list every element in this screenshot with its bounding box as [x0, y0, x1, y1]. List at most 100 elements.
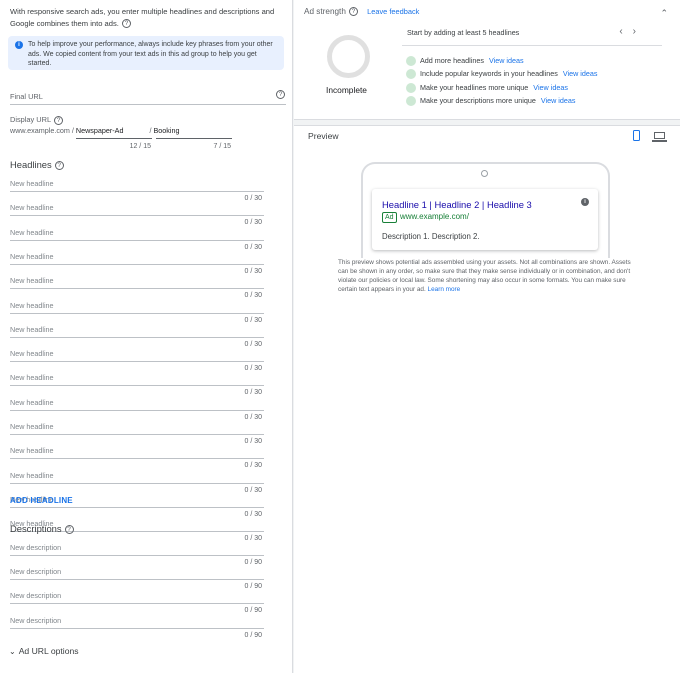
display-url-base: www.example.com — [10, 126, 70, 135]
learn-more-link[interactable]: Learn more — [428, 286, 461, 293]
headline-input[interactable]: New headline — [10, 203, 54, 212]
add-headline-button[interactable]: ADD HEADLINE — [10, 496, 73, 505]
headline-input[interactable]: New headline — [10, 398, 54, 407]
question-circle-icon[interactable]: ? — [121, 19, 131, 28]
tip-text: Add more headlines — [420, 56, 484, 65]
headline-input[interactable]: New headline — [10, 252, 54, 261]
ad-strength-status: Incomplete — [326, 85, 367, 95]
final-url-field[interactable]: Final URL — [10, 92, 43, 101]
description-input[interactable]: New description — [10, 567, 61, 576]
ad-strength-tip: Make your headlines more unique View idea… — [406, 83, 568, 94]
headline-char-count: 0 / 30 — [244, 462, 262, 470]
headline-underline — [10, 336, 264, 338]
chevron-left-icon[interactable]: ‹ — [619, 26, 632, 37]
headline-input[interactable]: New headline — [10, 422, 54, 431]
ad-strength-card: Ad strength? Leave feedback ⌃ Incomplete… — [294, 0, 680, 120]
view-ideas-link[interactable]: View ideas — [533, 83, 568, 92]
path2-char-count: 7 / 15 — [213, 143, 231, 150]
description-input[interactable]: New description — [10, 543, 61, 552]
headline-underline — [10, 191, 264, 192]
tip-text: Make your descriptions more unique — [420, 96, 536, 105]
info-icon[interactable]: i — [581, 198, 589, 206]
headline-underline — [10, 482, 264, 484]
headline-underline — [10, 506, 264, 508]
desktop-icon-base — [652, 140, 667, 142]
headline-char-count: 0 / 30 — [244, 267, 262, 275]
question-circle-icon[interactable]: ? — [54, 115, 64, 125]
ad-strength-tip: Include popular keywords in your headlin… — [406, 69, 598, 80]
headline-input[interactable]: New headline — [10, 446, 54, 455]
headline-underline — [10, 288, 264, 290]
path2-underline — [156, 138, 232, 139]
ad-preview-card: Headline 1 | Headline 2 | Headline 3 i A… — [372, 189, 598, 250]
tip-status-icon — [406, 96, 416, 107]
ad-url-options-toggle[interactable]: ⌄ Ad URL options — [9, 646, 79, 656]
mobile-icon[interactable] — [633, 130, 640, 141]
headline-input[interactable]: New headline — [10, 301, 54, 310]
view-ideas-link[interactable]: View ideas — [563, 69, 598, 78]
ad-editor-panel: With responsive search ads, you enter mu… — [0, 0, 293, 673]
headline-input[interactable]: New headline — [10, 325, 54, 334]
preview-title: Preview — [308, 131, 339, 141]
ad-badge: Ad — [382, 212, 397, 223]
view-ideas-link[interactable]: View ideas — [489, 56, 524, 65]
side-panel: Ad strength? Leave feedback ⌃ Incomplete… — [294, 0, 680, 673]
headline-input[interactable]: New headline — [10, 179, 54, 188]
headline-char-count: 0 / 30 — [244, 243, 262, 251]
headline-underline — [10, 385, 264, 387]
ad-strength-tip: Add more headlines View ideas — [406, 56, 524, 67]
tip-pager: ‹› — [619, 26, 646, 37]
ad-preview-headline[interactable]: Headline 1 | Headline 2 | Headline 3 — [382, 199, 532, 210]
display-url-label: Display URL? — [10, 115, 64, 125]
headline-input[interactable]: New headline — [10, 471, 54, 480]
info-banner: i To help improve your performance, alwa… — [8, 36, 284, 70]
headline-input[interactable]: New headline — [10, 276, 54, 285]
path1-underline — [76, 138, 152, 139]
headline-input[interactable]: New headline — [10, 373, 54, 382]
question-circle-icon[interactable]: ? — [348, 7, 358, 17]
info-banner-text: To help improve your performance, always… — [28, 41, 273, 67]
tip-text: Make your headlines more unique — [420, 83, 529, 92]
display-url-path1-input[interactable]: Newspaper-Ad — [76, 126, 124, 135]
description-char-count: 0 / 90 — [244, 583, 262, 591]
display-url-path2-input[interactable]: Booking — [153, 126, 179, 135]
question-circle-icon[interactable]: ? — [54, 161, 64, 171]
view-ideas-link[interactable]: View ideas — [541, 96, 576, 105]
headline-char-count: 0 / 30 — [244, 413, 262, 421]
leave-feedback-link[interactable]: Leave feedback — [367, 7, 419, 16]
headline-underline — [10, 409, 264, 411]
headline-char-count: 0 / 30 — [244, 438, 262, 445]
ad-preview-description: Description 1. Description 2. — [382, 232, 480, 241]
description-char-count: 0 / 90 — [244, 559, 262, 566]
headline-char-count: 0 / 30 — [244, 535, 262, 543]
headline-input[interactable]: New headline — [10, 228, 54, 237]
info-icon: i — [15, 41, 23, 49]
headline-underline — [10, 361, 264, 363]
final-url-underline — [10, 104, 286, 105]
headline-char-count: 0 / 30 — [244, 365, 262, 373]
description-input[interactable]: New description — [10, 591, 61, 600]
tip-status-icon — [406, 83, 416, 94]
description-input[interactable]: New description — [10, 616, 61, 625]
chevron-right-icon[interactable]: › — [633, 26, 646, 37]
description-char-count: 0 / 90 — [244, 631, 262, 639]
ad-strength-hint: Start by adding at least 5 headlines — [407, 28, 520, 37]
preview-card: Preview Headline 1 | Headline 2 | Headli… — [294, 125, 680, 673]
question-circle-icon[interactable]: ? — [276, 90, 285, 99]
ad-strength-tip: Make your descriptions more unique View i… — [406, 96, 576, 107]
tip-divider — [402, 45, 662, 46]
description-underline — [10, 579, 264, 581]
headline-underline — [10, 263, 264, 265]
headline-char-count: 0 / 30 — [244, 219, 262, 227]
description-char-count: 0 / 90 — [244, 607, 262, 615]
tip-status-icon — [406, 69, 416, 80]
headline-underline — [10, 458, 264, 460]
tip-status-icon — [406, 56, 416, 67]
headline-char-count: 0 / 30 — [244, 486, 262, 494]
tip-text: Include popular keywords in your headlin… — [420, 69, 558, 78]
question-circle-icon[interactable]: ? — [64, 525, 74, 535]
desktop-icon[interactable] — [654, 132, 665, 139]
phone-camera-icon — [481, 170, 488, 177]
chevron-up-icon[interactable]: ⌃ — [660, 8, 668, 19]
headline-input[interactable]: New headline — [10, 349, 54, 358]
